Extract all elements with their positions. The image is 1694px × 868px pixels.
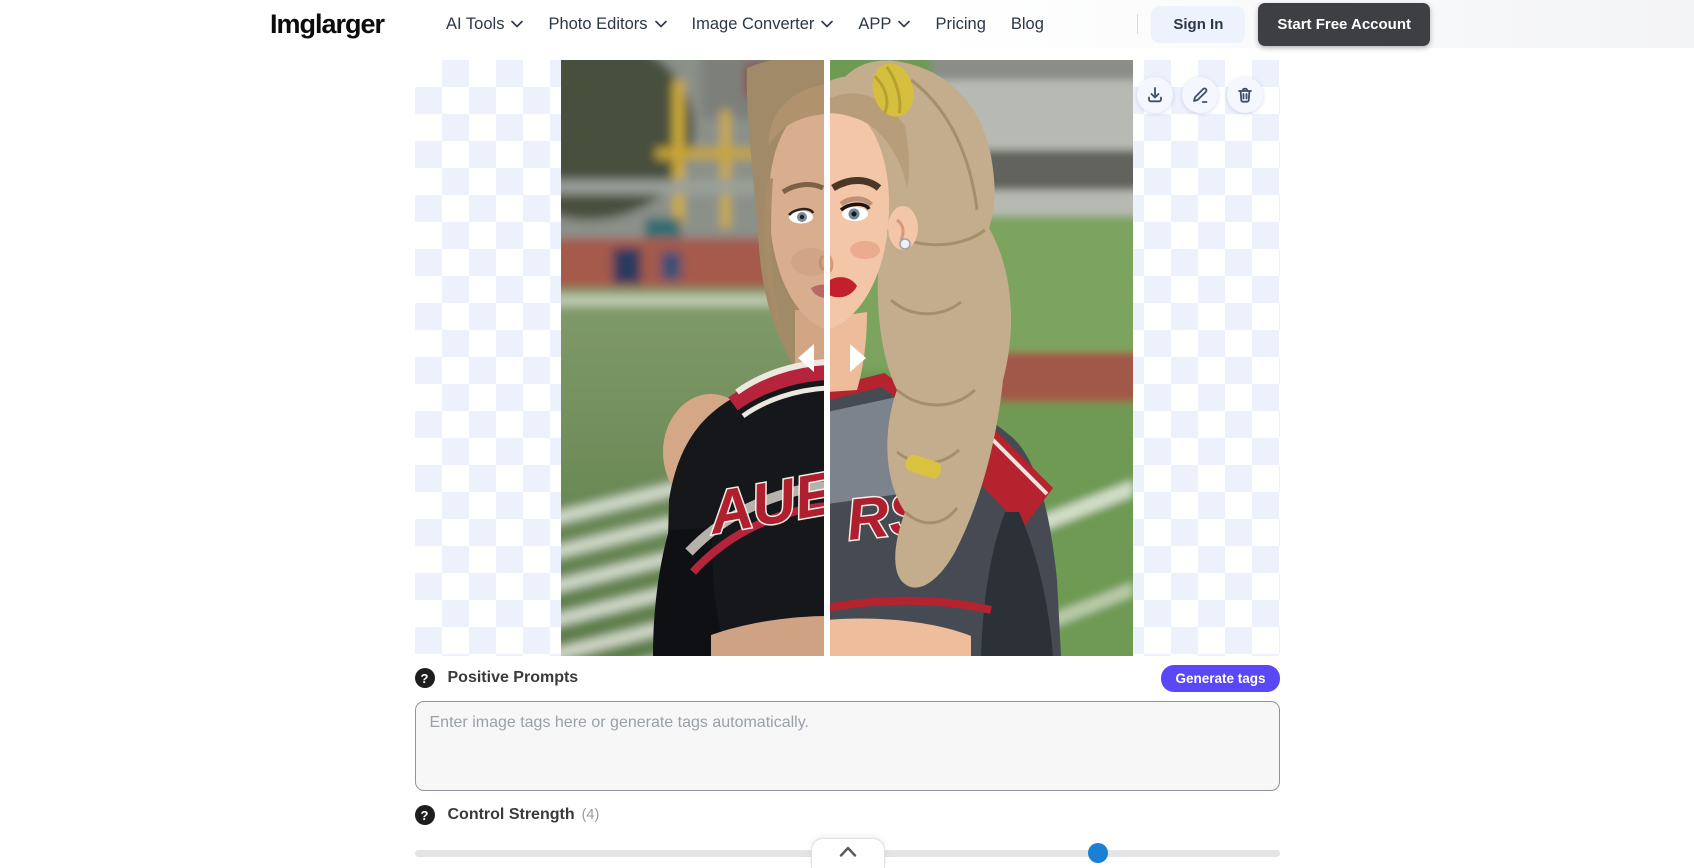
question-mark-icon[interactable]: ? [414,805,435,825]
control-strength-label: Control Strength [447,806,575,823]
positive-prompts-row: ? Positive Prompts Generate tags [414,664,1280,692]
nav-item-app[interactable]: APP [858,14,911,34]
image-actions [1136,77,1263,113]
edit-button[interactable] [1181,77,1218,113]
main-column: AUE RS ? Positive Prompts Generate tags … [414,60,1280,863]
slider-thumb[interactable] [1087,843,1108,863]
sign-in-button[interactable]: Sign In [1151,5,1246,43]
question-mark-icon[interactable]: ? [414,668,435,688]
nav-item-pricing[interactable]: Pricing [935,15,985,34]
chevron-down-icon [898,20,911,28]
nav-label: APP [858,14,892,33]
download-icon [1147,87,1162,103]
nav-label: AI Tools [446,14,505,33]
comparison-art: AUE RS [560,60,1133,656]
positive-prompts-label: Positive Prompts [447,669,579,686]
prompts-textarea[interactable] [414,701,1280,791]
chevron-down-icon [821,20,834,28]
logo[interactable]: Imglarger [270,9,385,40]
chevron-down-icon [654,20,667,28]
nav-label: Image Converter [691,14,815,33]
image-comparison[interactable]: AUE RS [560,60,1133,656]
transparency-canvas: AUE RS [414,60,1280,656]
nav-item-image-converter[interactable]: Image Converter [692,15,834,34]
nav-item-ai-tools[interactable]: AI Tools [446,14,524,34]
nav-label: Blog [1010,14,1044,33]
control-strength-value: (4) [581,807,600,823]
chevron-up-icon [839,846,857,857]
nav-label: Photo Editors [548,14,648,33]
main-nav: AI Tools Photo Editors Image Converter A… [446,15,1044,34]
download-button[interactable] [1136,77,1173,113]
edit-icon [1192,87,1207,103]
nav-label: Pricing [935,14,986,33]
control-strength-row: ? Control Strength (4) [414,803,1280,827]
chevron-down-icon [511,20,524,28]
nav-item-blog[interactable]: Blog [1011,15,1044,34]
top-nav-bar: Imglarger AI Tools Photo Editors Image C… [0,0,1694,48]
delete-button[interactable] [1226,77,1263,113]
nav-divider [1137,14,1139,34]
collapse-panel-button[interactable] [811,838,885,868]
nav-item-photo-editors[interactable]: Photo Editors [548,14,667,34]
nav-right-group: Sign In Start Free Account [1137,2,1430,46]
generate-tags-button[interactable]: Generate tags [1161,664,1280,692]
start-free-account-button[interactable]: Start Free Account [1258,2,1430,46]
delete-icon [1237,87,1252,103]
